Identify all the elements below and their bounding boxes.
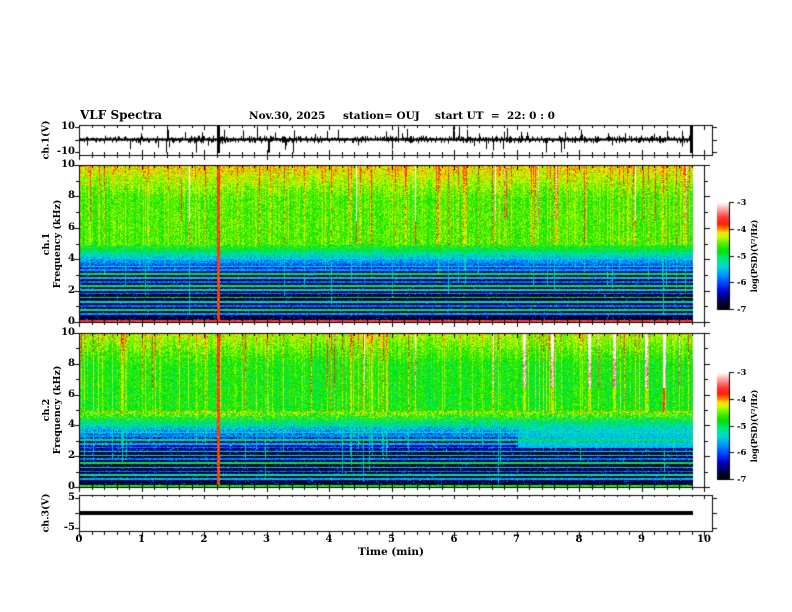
spec2-ytick-label: 0 <box>68 481 75 492</box>
start-ut-label: start UT = 22: 0 : 0 <box>435 110 555 122</box>
figure-title: VLF Spectra <box>80 108 163 122</box>
x-tick-label: 6 <box>450 534 458 545</box>
colorbar2-tick-label: -6 <box>737 448 747 458</box>
ch1v-ytick-label: -10 <box>56 146 75 157</box>
ch2-axis-label-line1: ch.2 <box>41 398 52 422</box>
ch1v-ytick-label: 10 <box>61 121 75 132</box>
x-tick-label: 5 <box>388 534 395 545</box>
time-axis-label: Time (min) <box>358 546 424 558</box>
spec1-ytick-label: 10 <box>61 159 75 170</box>
colorbar2-tick-label: -4 <box>737 395 747 405</box>
spec1-ytick-label: 0 <box>68 316 75 327</box>
colorbar2-tick-label: -5 <box>737 422 747 432</box>
colorbar2-tick-label: -7 <box>737 475 747 485</box>
spec2-ytick-label: 6 <box>68 389 75 400</box>
colorbar1-tick-label: -4 <box>737 225 747 235</box>
colorbar1-tick-label: -6 <box>737 278 747 288</box>
spec2-ytick-label: 4 <box>68 419 75 430</box>
x-tick-label: 7 <box>513 534 520 545</box>
ch1-frequency-axis-label: ch.1 Frequency (kHz) <box>41 200 63 289</box>
ch3v-ytick-label: 5 <box>68 492 75 503</box>
colorbar1-label: log(PSD)(V²/Hz) <box>749 219 759 293</box>
ch3v-ytick-label: -5 <box>63 522 75 533</box>
x-tick-label: 4 <box>325 534 333 545</box>
spec2-ytick-label: 10 <box>61 327 75 338</box>
spec2-ytick-label: 8 <box>68 358 75 369</box>
colorbar1-tick-label: -7 <box>737 305 747 315</box>
x-tick-label: 10 <box>697 534 711 545</box>
colorbar2-label: log(PSD)(V²/Hz) <box>749 389 759 463</box>
ch2-axis-label-line2: Frequency (kHz) <box>52 365 63 455</box>
x-tick-label: 8 <box>575 534 583 545</box>
ch1-axis-label-line2: Frequency (kHz) <box>52 199 63 289</box>
ch1-axis-label-line1: ch.1 <box>41 232 52 256</box>
spec1-ytick-label: 6 <box>68 222 75 233</box>
spec1-ytick-label: 4 <box>68 253 75 264</box>
x-tick-label: 3 <box>263 534 270 545</box>
figure-canvas <box>0 0 792 612</box>
colorbar1-tick-label: -3 <box>737 198 747 208</box>
spec1-ytick-label: 2 <box>68 285 75 296</box>
x-tick-label: 0 <box>75 534 83 545</box>
date-label: Nov.30, 2025 <box>249 110 326 122</box>
spec2-ytick-label: 2 <box>68 450 75 461</box>
x-tick-label: 9 <box>638 534 645 545</box>
vlf-spectra-figure: VLF Spectra Nov.30, 2025 station= OUJ st… <box>0 0 792 612</box>
colorbar1-tick-label: -5 <box>737 252 747 262</box>
spec1-ytick-label: 8 <box>68 190 75 201</box>
x-tick-label: 2 <box>200 534 208 545</box>
colorbar2-tick-label: -3 <box>737 368 747 378</box>
ch2-frequency-axis-label: ch.2 Frequency (kHz) <box>41 366 63 455</box>
x-tick-label: 1 <box>138 534 145 545</box>
station-label: station= OUJ <box>343 110 420 122</box>
